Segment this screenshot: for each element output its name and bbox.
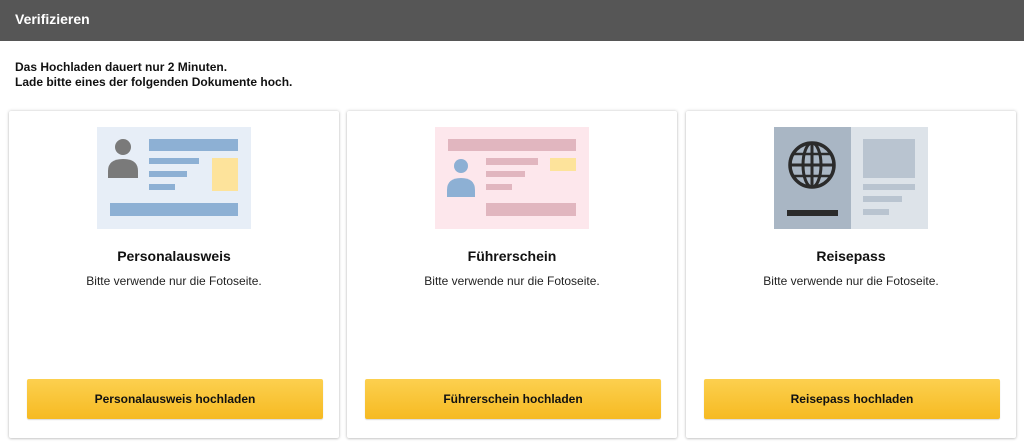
card-drivers-license: Führerschein Bitte verwende nur die Foto… xyxy=(347,111,677,438)
card-title: Führerschein xyxy=(467,248,557,264)
page-title: Verifizieren xyxy=(15,11,90,27)
main-content: Das Hochladen dauert nur 2 Minuten. Lade… xyxy=(0,41,1024,445)
card-title: Reisepass xyxy=(816,248,886,264)
upload-drivers-license-button[interactable]: Führerschein hochladen xyxy=(365,379,661,419)
card-description: Bitte verwende nur die Fotoseite. xyxy=(763,274,939,288)
intro-line-1: Das Hochladen dauert nur 2 Minuten. xyxy=(15,60,228,74)
card-passport: Reisepass Bitte verwende nur die Fotosei… xyxy=(686,111,1016,438)
card-title: Personalausweis xyxy=(117,248,231,264)
top-bar: Verifizieren xyxy=(0,0,1024,41)
drivers-license-icon xyxy=(435,127,589,229)
intro-text: Das Hochladen dauert nur 2 Minuten. Lade… xyxy=(15,60,292,90)
upload-id-card-button[interactable]: Personalausweis hochladen xyxy=(27,379,323,419)
intro-line-2: Lade bitte eines der folgenden Dokumente… xyxy=(15,75,293,89)
id-card-icon xyxy=(97,127,251,229)
card-id-card: Personalausweis Bitte verwende nur die F… xyxy=(9,111,339,438)
passport-icon xyxy=(774,127,928,229)
card-description: Bitte verwende nur die Fotoseite. xyxy=(424,274,600,288)
upload-passport-button[interactable]: Reisepass hochladen xyxy=(704,379,1000,419)
card-description: Bitte verwende nur die Fotoseite. xyxy=(86,274,262,288)
